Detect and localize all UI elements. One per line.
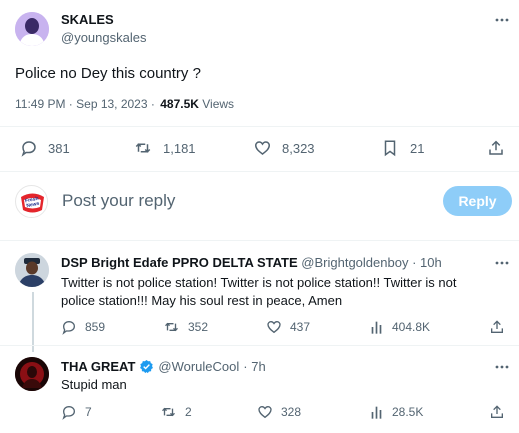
- reply-text-line: Twitter is not police station! Twitter i…: [61, 275, 457, 290]
- reply-author-avatar[interactable]: [15, 253, 49, 287]
- retweet-count: 1,181: [163, 140, 196, 156]
- views-action[interactable]: 404.8K: [370, 319, 430, 335]
- reply-button[interactable]: Reply: [443, 186, 512, 216]
- reply-icon: [20, 139, 38, 157]
- reply-count: 859: [85, 320, 106, 334]
- like-count: 437: [290, 320, 311, 334]
- like-action[interactable]: 328: [257, 404, 301, 420]
- retweet-icon: [163, 319, 180, 335]
- reply-header: DSP Bright Edafe PPRO DELTA STATE @Brigh…: [61, 255, 442, 270]
- my-avatar[interactable]: Fresh News: [15, 185, 48, 218]
- retweet-action[interactable]: 1,181: [133, 139, 196, 157]
- like-count: 8,323: [282, 140, 315, 156]
- heart-icon: [253, 139, 272, 157]
- reply-icon: [61, 319, 77, 335]
- reply-author-handle[interactable]: @WoruleCool: [158, 359, 239, 374]
- bookmark-action[interactable]: 21: [382, 139, 424, 157]
- tweet-meta: 11:49 PM · Sep 13, 2023 · 487.5K Views: [15, 97, 234, 111]
- author-handle[interactable]: @youngskales: [61, 30, 146, 45]
- more-options-icon[interactable]: [494, 255, 510, 271]
- analytics-icon: [370, 319, 384, 335]
- author-name[interactable]: SKALES: [61, 12, 114, 27]
- like-count: 328: [281, 405, 302, 419]
- more-options-icon[interactable]: [494, 359, 510, 375]
- divider: [0, 240, 519, 241]
- retweet-icon: [133, 139, 153, 157]
- heart-icon: [257, 404, 273, 420]
- views-count: 487.5K: [160, 97, 199, 111]
- views-label: Views: [202, 97, 235, 111]
- reply-action[interactable]: 859: [61, 319, 105, 335]
- reply-author-avatar[interactable]: [15, 357, 49, 391]
- views-count: 404.8K: [392, 320, 431, 334]
- reply-text-line: police station!!! May his soul rest in p…: [61, 293, 343, 308]
- divider: [0, 126, 519, 127]
- verified-badge-icon: [139, 359, 154, 374]
- views-action[interactable]: 28.5K: [370, 404, 423, 420]
- heart-icon: [266, 319, 282, 335]
- reply-action[interactable]: 381: [20, 139, 70, 157]
- reply-input[interactable]: Post your reply: [62, 191, 175, 211]
- like-action[interactable]: 8,323: [253, 139, 315, 157]
- reply-author-name[interactable]: DSP Bright Edafe PPRO DELTA STATE: [61, 255, 298, 270]
- reply-text: Twitter is not police station! Twitter i…: [61, 274, 456, 310]
- share-icon[interactable]: [487, 139, 505, 157]
- reply-count: 381: [48, 140, 70, 156]
- bookmark-count: 21: [410, 140, 425, 156]
- views-count: 28.5K: [392, 405, 424, 419]
- bookmark-icon: [382, 139, 398, 157]
- reply-count: 7: [85, 405, 92, 419]
- reply-time[interactable]: · 7h: [243, 359, 265, 374]
- analytics-icon: [370, 404, 384, 420]
- thread-line: [32, 292, 34, 352]
- tweet-time[interactable]: 11:49 PM · Sep 13, 2023 ·: [15, 97, 155, 111]
- reply-time[interactable]: · 10h: [412, 255, 442, 270]
- retweet-icon: [160, 404, 177, 420]
- share-icon[interactable]: [489, 319, 505, 335]
- reply-author-handle[interactable]: @Brightgoldenboy: [301, 255, 408, 270]
- tweet-text: Police no Dey this country ?: [15, 65, 201, 82]
- divider: [0, 171, 519, 172]
- reply-author-name[interactable]: THA GREAT: [61, 359, 135, 374]
- reply-action[interactable]: 7: [61, 404, 92, 420]
- reply-text: Stupid man: [61, 377, 127, 392]
- author-avatar[interactable]: [15, 12, 49, 46]
- more-options-icon[interactable]: [494, 12, 510, 28]
- retweet-count: 2: [185, 405, 192, 419]
- divider: [0, 345, 519, 346]
- share-icon[interactable]: [489, 404, 505, 420]
- retweet-action[interactable]: 352: [163, 319, 208, 335]
- retweet-count: 352: [188, 320, 209, 334]
- reply-header: THA GREAT @WoruleCool · 7h: [61, 359, 266, 374]
- like-action[interactable]: 437: [266, 319, 310, 335]
- retweet-action[interactable]: 2: [160, 404, 192, 420]
- reply-icon: [61, 404, 77, 420]
